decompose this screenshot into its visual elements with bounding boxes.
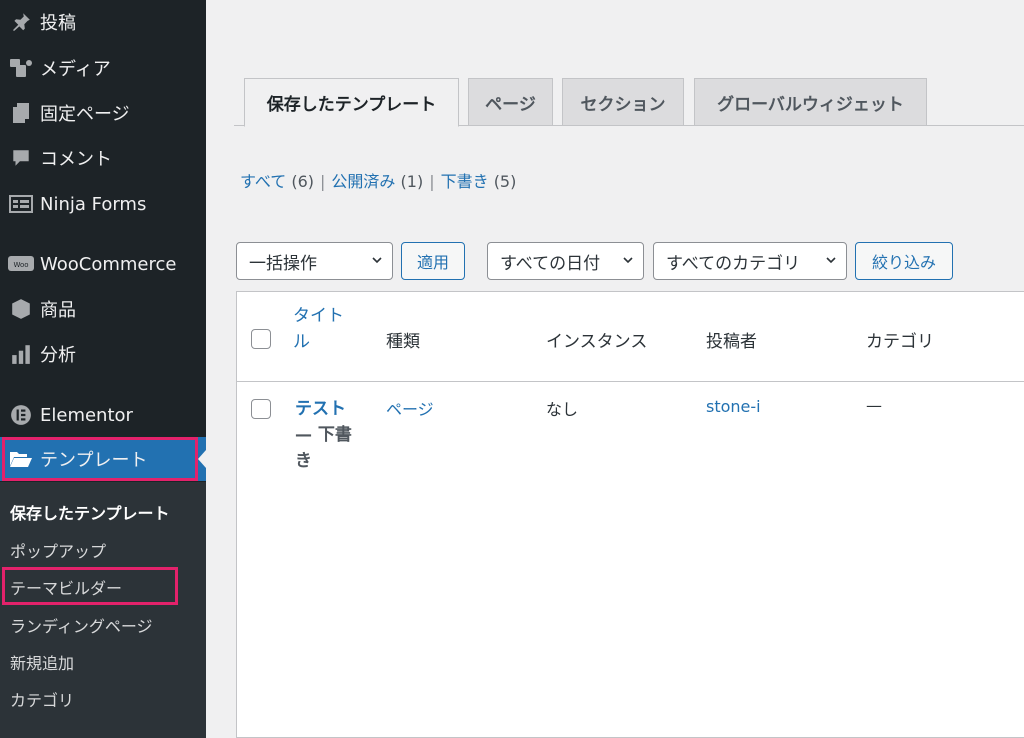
filter-published-count: (1) <box>400 172 424 191</box>
apply-button[interactable]: 適用 <box>401 242 465 280</box>
chart-icon <box>0 343 40 365</box>
current-menu-arrow <box>198 450 206 468</box>
pin-icon <box>0 11 40 33</box>
submenu-popups[interactable]: ポップアップ <box>10 538 106 562</box>
menu-label: 投稿 <box>40 13 76 34</box>
menu-label: Ninja Forms <box>40 193 147 215</box>
date-filter-value: すべての日付 <box>500 253 601 274</box>
chevron-down-icon <box>826 257 836 264</box>
box-icon <box>0 298 40 320</box>
separator: | <box>320 172 326 191</box>
filter-draft-count: (5) <box>493 172 517 191</box>
category-filter-value: すべてのカテゴリ <box>666 253 801 274</box>
row-instances: なし <box>546 400 579 419</box>
separator: | <box>429 172 435 191</box>
submenu-categories[interactable]: カテゴリ <box>10 687 74 711</box>
category-filter-select[interactable]: すべてのカテゴリ <box>653 242 847 280</box>
elementor-icon <box>0 404 40 426</box>
menu-posts[interactable]: 投稿 <box>0 0 206 44</box>
menu-products[interactable]: 商品 <box>0 287 206 331</box>
row-checkbox[interactable] <box>251 399 271 419</box>
column-title-line2: ル <box>293 332 310 352</box>
highlight-outline-theme-builder <box>2 567 178 605</box>
column-title-line1: タイト <box>293 306 344 326</box>
column-instances: インスタンス <box>546 332 648 352</box>
submenu-add-new[interactable]: 新規追加 <box>10 650 74 674</box>
menu-elementor[interactable]: Elementor <box>0 393 206 437</box>
row-category: — <box>866 396 882 415</box>
menu-media[interactable]: メディア <box>0 46 206 90</box>
menu-ninja-forms[interactable]: Ninja Forms <box>0 182 206 226</box>
tab-saved-templates[interactable]: 保存したテンプレート <box>244 78 459 127</box>
menu-pages[interactable]: 固定ページ <box>0 91 206 135</box>
select-all-checkbox[interactable] <box>251 329 271 349</box>
menu-label: コメント <box>40 149 112 170</box>
submenu-landing-pages[interactable]: ランディングページ <box>10 613 153 637</box>
status-filters: すべて (6) | 公開済み (1) | 下書き (5) <box>240 168 516 192</box>
row-type[interactable]: ページ <box>386 396 434 420</box>
menu-woocommerce[interactable]: Woo WooCommerce <box>0 242 206 286</box>
table-header: タイト ル 種類 インスタンス 投稿者 カテゴリ <box>237 292 1024 382</box>
menu-label: 固定ページ <box>40 104 130 125</box>
column-title[interactable]: タイト ル <box>293 303 344 355</box>
date-filter-select[interactable]: すべての日付 <box>487 242 644 280</box>
menu-label: テンプレート <box>40 450 148 471</box>
filter-all-count: (6) <box>291 172 315 191</box>
media-icon <box>0 57 40 79</box>
bulk-action-select[interactable]: 一括操作 <box>236 242 393 280</box>
row-status: — 下書き <box>295 425 352 471</box>
menu-label: WooCommerce <box>40 253 177 275</box>
tab-global-widgets[interactable]: グローバルウィジェット <box>694 78 927 126</box>
chevron-down-icon <box>623 257 633 264</box>
main-content: 保存したテンプレート ページ セクション グローバルウィジェット すべて (6)… <box>206 0 1024 738</box>
menu-label: 分析 <box>40 345 76 366</box>
column-category: カテゴリ <box>866 332 934 352</box>
column-type: 種類 <box>386 332 420 352</box>
svg-text:Woo: Woo <box>13 261 28 269</box>
filter-button[interactable]: 絞り込み <box>855 242 953 280</box>
folder-icon <box>0 449 40 469</box>
menu-label: メディア <box>40 59 111 80</box>
admin-sidebar: 投稿 メディア 固定ページ コメント Ninja Forms Woo WooCo… <box>0 0 206 738</box>
filter-all[interactable]: すべて <box>240 172 286 191</box>
pages-icon <box>0 102 40 124</box>
templates-table: タイト ル 種類 インスタンス 投稿者 カテゴリ テスト — 下書き ページ な… <box>236 291 1024 738</box>
row-title-link[interactable]: テスト <box>295 399 346 419</box>
menu-label: 商品 <box>40 300 76 321</box>
column-author: 投稿者 <box>706 332 757 352</box>
tab-pages[interactable]: ページ <box>468 78 553 126</box>
row-title-cell: テスト — 下書き <box>295 396 365 474</box>
menu-analytics[interactable]: 分析 <box>0 332 206 376</box>
templates-submenu: 保存したテンプレート ポップアップ テーマビルダー ランディングページ 新規追加… <box>0 482 206 738</box>
forms-icon <box>0 194 40 214</box>
filter-draft[interactable]: 下書き <box>441 172 489 191</box>
woo-icon: Woo <box>0 254 40 274</box>
chevron-down-icon <box>372 257 382 264</box>
tab-sections[interactable]: セクション <box>562 78 684 126</box>
menu-comments[interactable]: コメント <box>0 136 206 180</box>
menu-templates[interactable]: テンプレート <box>0 437 206 481</box>
filter-published[interactable]: 公開済み <box>331 172 395 191</box>
menu-label: Elementor <box>40 404 133 426</box>
comments-icon <box>0 147 40 169</box>
row-author[interactable]: stone-i <box>706 397 761 416</box>
bulk-action-value: 一括操作 <box>249 253 317 274</box>
submenu-saved-templates[interactable]: 保存したテンプレート <box>10 500 170 524</box>
